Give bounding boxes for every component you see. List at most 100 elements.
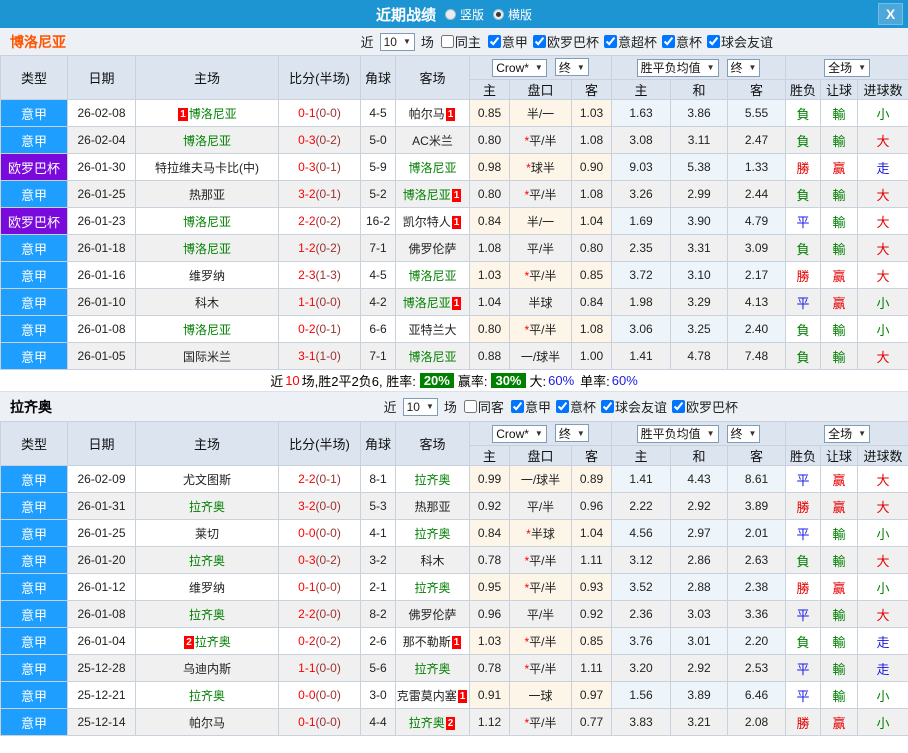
home-team-cell: 热那亚	[135, 180, 279, 208]
league-checkbox[interactable]	[532, 35, 546, 48]
home-team-cell: 2 拉齐奥	[135, 627, 279, 655]
odds-group-header: Crow* ▼ 终 ▼	[468, 55, 613, 80]
red-card-badge: 1	[451, 296, 462, 310]
league-checkbox[interactable]	[706, 35, 720, 48]
odds-stage-select[interactable]: 终 ▼	[554, 424, 589, 443]
col-line: 盘口	[509, 79, 572, 100]
league-filter[interactable]: 欧罗巴杯	[667, 397, 738, 416]
league-label: 欧罗巴杯	[546, 35, 599, 50]
team-name: 那不勒斯	[402, 634, 451, 649]
match-row: 欧罗巴杯 26-01-23 博洛尼亚 2-2(0-2) 16-2 凯尔特人 1 0…	[0, 207, 908, 235]
home-odds-cell: 0.98	[469, 153, 510, 181]
league-cell: 意甲	[0, 234, 68, 262]
league-filter[interactable]: 球会友谊	[596, 397, 667, 416]
bookmaker-select[interactable]: Crow* ▼	[492, 424, 547, 443]
home-odds-cell: 1.04	[469, 288, 510, 316]
corners-cell: 8-2	[360, 600, 396, 628]
avg-away-cell: 8.61	[727, 465, 787, 493]
team-name: 佛罗伦萨	[408, 607, 457, 622]
wdl-stage-select[interactable]: 终 ▼	[726, 58, 761, 77]
avg-home-cell: 1.56	[611, 681, 672, 709]
date-cell: 25-12-21	[67, 681, 136, 709]
red-card-badge: 1	[457, 689, 468, 703]
games-label: 场	[443, 400, 457, 415]
team-section-home: 博洛尼亚 近 10 ▼ 场 同主 意甲 欧罗巴杯 意超杯 意杯 球会友谊 类型 日期 主场	[0, 28, 908, 391]
league-filter[interactable]: 球会友谊	[702, 32, 773, 51]
league-filter[interactable]: 意杯	[657, 32, 702, 51]
league-checkbox[interactable]	[603, 35, 617, 48]
goals-result-cell: 大	[857, 492, 908, 520]
league-checkbox[interactable]	[661, 35, 675, 48]
team-name: 科木	[420, 553, 445, 568]
same-venue-filter[interactable]: 同客	[459, 397, 504, 416]
avg-away-cell: 7.48	[727, 342, 787, 370]
date-cell: 26-02-08	[67, 99, 136, 127]
bookmaker-select[interactable]: Crow* ▼	[492, 58, 547, 77]
odds-stage-select[interactable]: 终 ▼	[554, 58, 589, 77]
match-count-select[interactable]: 10 ▼	[402, 397, 438, 416]
wdl-stage-select[interactable]: 终 ▼	[726, 424, 761, 443]
away-team-cell: 博洛尼亚	[395, 153, 470, 181]
league-filter[interactable]: 意甲	[483, 32, 528, 51]
league-checkbox[interactable]	[487, 35, 501, 48]
avg-home-cell: 3.26	[611, 180, 672, 208]
date-cell: 26-01-20	[67, 546, 136, 574]
close-button[interactable]: X	[878, 3, 903, 25]
vertical-layout-radio[interactable]	[444, 8, 456, 20]
corners-cell: 4-5	[360, 99, 396, 127]
col-home: 主场	[135, 421, 279, 466]
score-cell: 2-3(1-3)	[278, 261, 361, 289]
away-odds-cell: 0.80	[570, 234, 613, 262]
match-count-select[interactable]: 10 ▼	[379, 32, 415, 51]
home-odds-cell: 1.03	[469, 627, 510, 655]
avg-home-cell: 3.76	[611, 627, 672, 655]
away-team-cell: 博洛尼亚	[395, 261, 470, 289]
team-name: 博洛尼亚	[408, 349, 457, 364]
league-filter[interactable]: 意超杯	[599, 32, 657, 51]
horizontal-layout-label: 横版	[508, 7, 533, 22]
league-filter[interactable]: 欧罗巴杯	[528, 32, 599, 51]
corners-cell: 8-1	[360, 465, 396, 493]
result-cell: 勝	[785, 153, 822, 181]
same-venue-checkbox[interactable]	[463, 400, 477, 413]
col-date: 日期	[67, 421, 136, 466]
avg-away-cell: 2.53	[727, 654, 787, 682]
horizontal-layout-radio[interactable]	[493, 8, 504, 20]
home-team-cell: 莱切	[135, 519, 279, 547]
away-odds-cell: 1.04	[570, 207, 613, 235]
same-venue-checkbox[interactable]	[440, 35, 454, 48]
wdl-select[interactable]: 胜平负均值 ▼	[636, 58, 719, 77]
league-checkbox[interactable]	[510, 400, 524, 413]
wdl-select[interactable]: 胜平负均值 ▼	[636, 424, 719, 443]
team-name: 拉齐奥	[408, 715, 445, 730]
handicap-result-cell: 輸	[820, 519, 859, 547]
col-odds-away: 客	[570, 79, 613, 100]
home-odds-cell: 1.12	[469, 708, 510, 736]
league-checkbox[interactable]	[600, 400, 614, 413]
league-filter[interactable]: 意甲	[506, 397, 551, 416]
corners-cell: 5-0	[360, 126, 396, 154]
away-team-cell: 克雷莫内塞 1	[395, 681, 470, 709]
score-cell: 3-2(0-1)	[278, 180, 361, 208]
result-cell: 負	[785, 342, 822, 370]
match-row: 意甲 26-02-09 尤文图斯 2-2(0-1) 8-1 拉齐奥 0.99 一…	[0, 465, 908, 493]
home-team-cell: 科木	[135, 288, 279, 316]
home-odds-cell: 0.91	[469, 681, 510, 709]
col-odds-home: 主	[469, 445, 510, 466]
handicap-result-cell: 輸	[820, 342, 859, 370]
same-venue-filter[interactable]: 同主	[436, 32, 481, 51]
odds-group-header: Crow* ▼ 终 ▼	[468, 421, 613, 446]
goals-result-cell: 走	[857, 654, 908, 682]
score-cell: 3-1(1-0)	[278, 342, 361, 370]
league-checkbox[interactable]	[671, 400, 685, 413]
handicap-line-cell: *半球	[509, 519, 572, 547]
league-filter[interactable]: 意杯	[551, 397, 596, 416]
scope-select[interactable]: 全场 ▼	[824, 424, 871, 443]
league-checkbox[interactable]	[555, 400, 569, 413]
team-name: 拉齐奥	[414, 580, 451, 595]
result-cell: 勝	[785, 573, 822, 601]
team-name: 帕尔马	[408, 106, 445, 121]
scope-select[interactable]: 全场 ▼	[824, 58, 871, 77]
avg-home-cell: 1.98	[611, 288, 672, 316]
result-cell: 負	[785, 234, 822, 262]
